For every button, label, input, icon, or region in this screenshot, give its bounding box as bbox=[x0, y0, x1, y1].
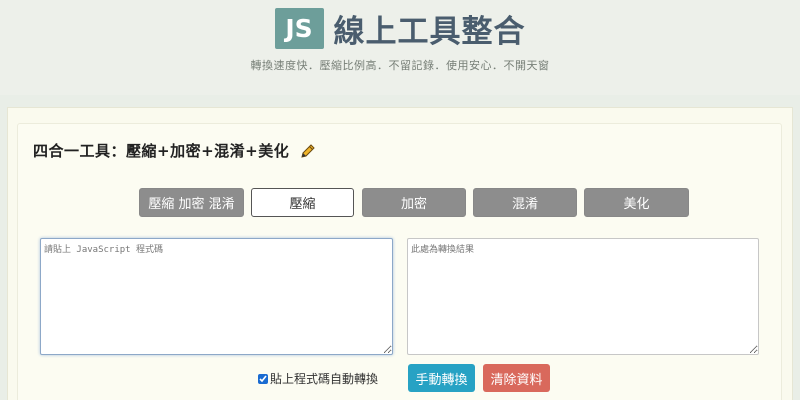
tab-encrypt[interactable]: 加密 bbox=[362, 188, 466, 217]
pencil-icon[interactable] bbox=[299, 142, 317, 160]
code-input[interactable] bbox=[40, 238, 393, 355]
auto-convert-label: 貼上程式碼自動轉換 bbox=[270, 372, 379, 386]
site-title[interactable]: 線上工具整合 bbox=[334, 6, 526, 51]
tab-beautify[interactable]: 美化 bbox=[584, 188, 689, 217]
auto-convert-checkbox[interactable] bbox=[258, 373, 268, 384]
site-header: JS 線上工具整合 轉換速度快．壓縮比例高．不留記錄．使用安心．不開天窗 bbox=[0, 0, 800, 95]
tab-obfuscate[interactable]: 混淆 bbox=[473, 188, 577, 217]
tool-heading: 四合一工具：壓縮+加密+混淆+美化 bbox=[33, 140, 317, 161]
logo-row: JS 線上工具整合 bbox=[0, 6, 800, 51]
result-output[interactable] bbox=[407, 238, 759, 355]
auto-convert-option[interactable]: 貼上程式碼自動轉換 bbox=[258, 370, 378, 387]
site-tagline: 轉換速度快．壓縮比例高．不留記錄．使用安心．不開天窗 bbox=[250, 59, 550, 72]
tab-compress-encrypt-obfuscate[interactable]: 壓縮 加密 混淆 bbox=[139, 188, 244, 217]
tool-title: 四合一工具：壓縮+加密+混淆+美化 bbox=[33, 142, 290, 160]
manual-convert-button[interactable]: 手動轉換 bbox=[408, 364, 475, 392]
tab-compress[interactable]: 壓縮 bbox=[251, 188, 354, 217]
js-logo[interactable]: JS bbox=[274, 7, 324, 49]
clear-data-button[interactable]: 清除資料 bbox=[483, 364, 550, 392]
